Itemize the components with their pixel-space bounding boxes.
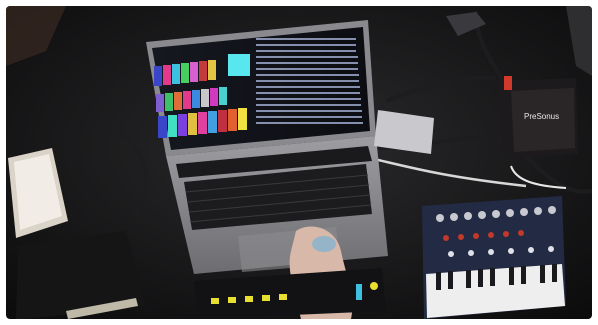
- presonus-interface: PreSonus: [498, 76, 578, 158]
- laptop-base: [166, 136, 388, 274]
- glove-highlight: [312, 236, 336, 252]
- synth-keyboard: [422, 196, 566, 319]
- data-grid: [256, 38, 363, 124]
- photo-canvas: PreSonus: [6, 6, 592, 319]
- red-jack: [504, 76, 512, 90]
- studio-desk-photo: PreSonus: [6, 6, 592, 319]
- presonus-logo: PreSonus: [524, 112, 559, 121]
- laptop-display: [146, 20, 376, 156]
